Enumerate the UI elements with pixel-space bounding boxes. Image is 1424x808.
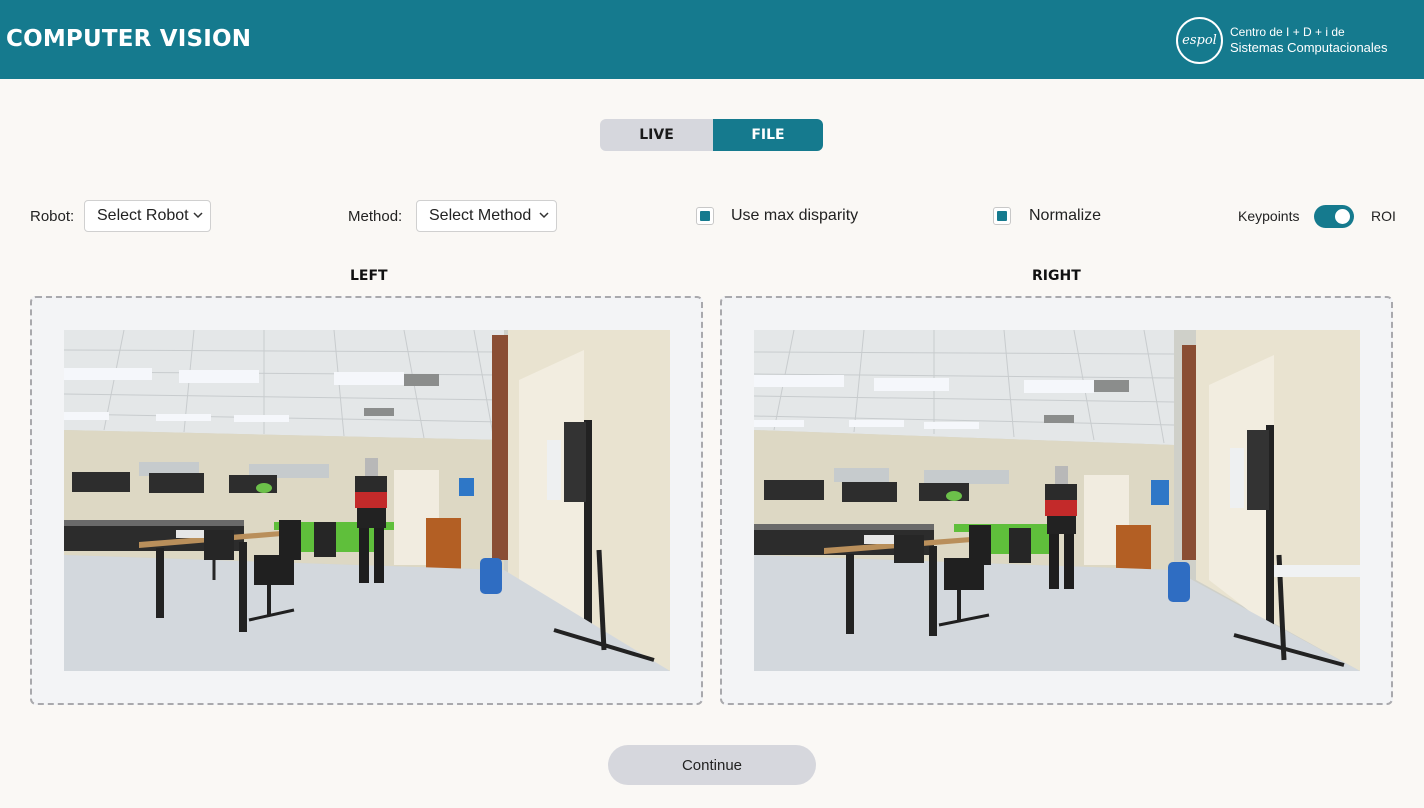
espol-logo-wordmark: espol <box>1182 33 1217 48</box>
checkbox-checked-mark <box>700 211 710 221</box>
continue-button[interactable]: Continue <box>608 745 816 785</box>
chevron-down-icon <box>539 212 549 219</box>
mode-toggle: LIVE FILE <box>600 119 823 151</box>
logo-text-line2: Sistemas Computacionales <box>1230 40 1388 55</box>
robot-select-value: Select Robot <box>97 207 189 224</box>
keypoints-roi-switch[interactable] <box>1314 205 1354 228</box>
right-camera-image <box>754 330 1360 671</box>
roi-label: ROI <box>1371 208 1396 224</box>
normalize-checkbox[interactable] <box>993 207 1011 225</box>
robot-label: Robot: <box>30 208 75 225</box>
left-camera-image <box>64 330 670 671</box>
use-max-disparity-checkbox[interactable] <box>696 207 714 225</box>
espol-logo: espol <box>1176 17 1223 64</box>
method-select[interactable]: Select Method <box>416 200 557 232</box>
method-select-value: Select Method <box>429 207 532 224</box>
left-image-dropzone[interactable] <box>30 296 703 705</box>
app-title: COMPUTER VISION <box>6 26 252 52</box>
right-image-dropzone[interactable] <box>720 296 1393 705</box>
normalize-label: Normalize <box>1029 207 1102 224</box>
switch-knob <box>1335 209 1350 224</box>
keypoints-label: Keypoints <box>1238 208 1300 224</box>
app-header: COMPUTER VISION espol Centro de I + D + … <box>0 0 1424 79</box>
right-panel-title: RIGHT <box>1032 268 1081 284</box>
use-max-disparity-label: Use max disparity <box>731 207 859 224</box>
left-panel-title: LEFT <box>350 268 388 284</box>
method-label: Method: <box>348 208 403 225</box>
checkbox-checked-mark <box>997 211 1007 221</box>
robot-select[interactable]: Select Robot <box>84 200 211 232</box>
mode-live-button[interactable]: LIVE <box>600 119 713 151</box>
mode-file-button[interactable]: FILE <box>713 119 823 151</box>
chevron-down-icon <box>193 212 203 219</box>
logo-text-line1: Centro de I + D + i de <box>1230 25 1345 39</box>
